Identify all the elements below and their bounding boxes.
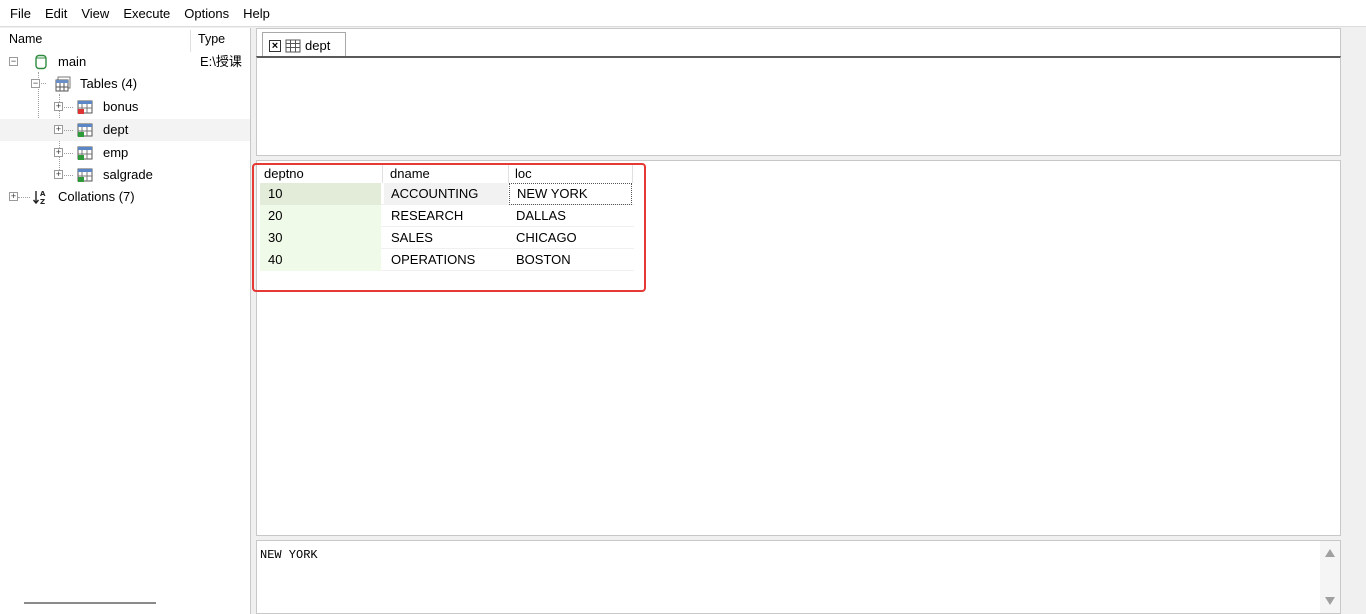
database-icon — [35, 54, 47, 70]
close-icon[interactable]: × — [269, 39, 281, 52]
tree-item-collations[interactable]: + A Z Collations (7) — [0, 186, 250, 208]
tab-dept[interactable]: × dept — [262, 32, 346, 58]
menu-view[interactable]: View — [74, 0, 116, 27]
editor-tabstrip: × dept — [256, 28, 1341, 58]
expand-icon[interactable]: + — [54, 148, 63, 157]
tree-item-dept[interactable]: + dept — [0, 119, 250, 141]
scroll-up-icon[interactable] — [1325, 549, 1335, 557]
tree-header-name[interactable]: Name — [9, 32, 42, 46]
schema-tree-panel: Name Type − main E:\授课 − Tables (4) + bo… — [0, 28, 251, 614]
menu-bar: File Edit View Execute Options Help — [0, 0, 1366, 27]
tree-item-bonus[interactable]: + bonus — [0, 96, 250, 118]
expand-icon[interactable]: + — [54, 170, 63, 179]
menu-help[interactable]: Help — [236, 0, 277, 27]
vertical-scrollbar[interactable] — [1320, 541, 1340, 613]
sort-az-icon: A Z — [32, 190, 46, 205]
tree-item-emp[interactable]: + emp — [0, 142, 250, 164]
tree-label-main: main — [58, 54, 87, 69]
menu-execute[interactable]: Execute — [116, 0, 177, 27]
menu-file[interactable]: File — [3, 0, 38, 27]
cell-value-text: NEW YORK — [260, 548, 318, 562]
collapse-icon[interactable]: − — [9, 57, 18, 66]
tree-header-type[interactable]: Type — [198, 32, 225, 46]
tables-folder-icon — [55, 76, 71, 92]
table-icon — [77, 168, 93, 182]
table-icon — [285, 39, 301, 52]
tree-connector — [18, 197, 30, 198]
cell-value-viewer[interactable]: NEW YORK — [256, 540, 1341, 614]
svg-text:A: A — [40, 190, 46, 198]
tree-type-main: E:\授课 — [200, 54, 242, 69]
scroll-down-icon[interactable] — [1325, 597, 1335, 605]
sql-editor[interactable] — [256, 56, 1341, 156]
tree-label-table: emp — [103, 145, 129, 160]
table-icon — [77, 146, 93, 160]
tab-label: dept — [305, 38, 331, 53]
tree-item-main[interactable]: − main E:\授课 — [0, 51, 250, 73]
collapse-icon[interactable]: − — [31, 79, 40, 88]
menu-edit[interactable]: Edit — [38, 0, 74, 27]
tree-item-salgrade[interactable]: + salgrade — [0, 164, 250, 186]
annotation-highlight-box — [252, 163, 646, 292]
tree-label-table: salgrade — [103, 167, 153, 182]
table-icon — [77, 100, 93, 114]
svg-text:Z: Z — [40, 198, 45, 205]
tree-item-tables[interactable]: − Tables (4) — [0, 73, 250, 95]
tree-header: Name Type — [0, 28, 250, 52]
tree-label-tables: Tables (4) — [80, 76, 138, 91]
table-icon — [77, 123, 93, 137]
tree-label-table: dept — [103, 122, 129, 137]
expand-icon[interactable]: + — [9, 192, 18, 201]
tree-header-divider[interactable] — [190, 30, 191, 52]
tree-label-table: bonus — [103, 99, 139, 114]
horizontal-scrollbar[interactable] — [24, 602, 156, 604]
expand-icon[interactable]: + — [54, 125, 63, 134]
tree-label-collations: Collations (7) — [58, 189, 135, 204]
expand-icon[interactable]: + — [54, 102, 63, 111]
menu-options[interactable]: Options — [177, 0, 236, 27]
window-right-edge — [1342, 27, 1366, 614]
